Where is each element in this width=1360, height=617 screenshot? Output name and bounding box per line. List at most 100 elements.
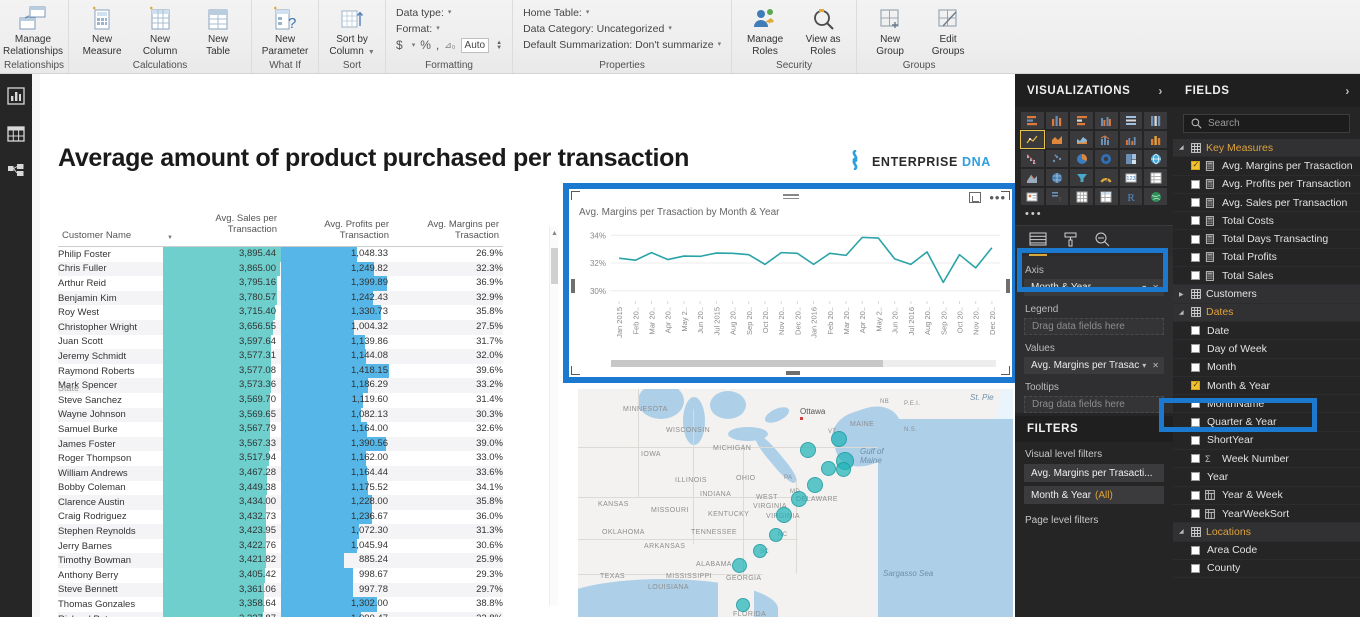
- viz-type-donut-chart[interactable]: [1094, 150, 1118, 167]
- decimal-places-input[interactable]: Auto: [460, 38, 490, 53]
- field-checkbox[interactable]: [1191, 160, 1200, 171]
- field-checkbox[interactable]: [1191, 179, 1200, 189]
- field-month-year[interactable]: Month & Year: [1173, 377, 1360, 396]
- field-month[interactable]: Month: [1173, 359, 1360, 377]
- field-avg-margins-per-trasaction[interactable]: Avg. Margins per Trasaction: [1173, 157, 1360, 176]
- map-bubble[interactable]: [769, 528, 783, 542]
- field-total-days-transacting[interactable]: Total Days Transacting: [1173, 230, 1360, 249]
- edit-groups-button[interactable]: Edit Groups: [919, 2, 977, 57]
- field-checkbox[interactable]: [1191, 380, 1200, 390]
- resize-handle-bottom[interactable]: [786, 371, 801, 375]
- viz-type-filled-map[interactable]: [1021, 169, 1044, 186]
- field-checkbox[interactable]: [1191, 326, 1200, 336]
- fields-table-key-measures[interactable]: ◢ Key Measures: [1173, 139, 1360, 158]
- focus-mode-icon[interactable]: [969, 192, 982, 203]
- manage-roles-button[interactable]: Manage Roles: [736, 2, 794, 57]
- table-row[interactable]: Samuel Burke 3,567.79 1,164.00 32.6%: [58, 422, 503, 437]
- map-bubble[interactable]: [831, 431, 847, 447]
- table-row[interactable]: Clarence Austin 3,434.00 1,228.00 35.8%: [58, 495, 503, 510]
- table-row[interactable]: Jeremy Schmidt 3,577.31 1,144.08 32.0%: [58, 349, 503, 364]
- line-chart-visual[interactable]: ••• Avg. Margins per Trasaction by Month…: [569, 189, 1012, 377]
- new-table-button[interactable]: New Table: [189, 2, 247, 57]
- viz-type-table[interactable]: [1070, 188, 1093, 205]
- more-visuals-icon[interactable]: •••: [1015, 207, 1173, 225]
- viz-type-treemap[interactable]: [1119, 150, 1143, 167]
- table-row[interactable]: Bobby Coleman 3,449.38 1,175.52 34.1%: [58, 480, 503, 496]
- viz-type-funnel[interactable]: [1070, 169, 1093, 186]
- table-row[interactable]: Steve Bennett 3,361.06 997.78 29.7%: [58, 582, 503, 598]
- viz-type-kpi[interactable]: [1021, 188, 1044, 205]
- column-header-avg-profits[interactable]: Avg. Profits per Transaction: [281, 211, 393, 247]
- table-row[interactable]: Benjamin Kim 3,780.57 1,242.43 32.9%: [58, 290, 503, 306]
- table-row[interactable]: Roy West 3,715.40 1,330.73 35.8%: [58, 305, 503, 320]
- new-column-button[interactable]: New Column: [131, 2, 189, 57]
- map-bubble[interactable]: [791, 491, 807, 507]
- chart-horizontal-scrollbar[interactable]: [611, 360, 996, 367]
- viz-type-clustered-bar-chart[interactable]: [1070, 112, 1093, 129]
- fields-table-customers[interactable]: ▶ Customers: [1173, 285, 1360, 304]
- column-header-avg-margins[interactable]: Avg. Margins per Trasaction: [393, 211, 503, 247]
- table-row[interactable]: Stephen Reynolds 3,423.95 1,072.30 31.3%: [58, 524, 503, 539]
- viz-type-line-and-clustered-column-chart[interactable]: [1119, 131, 1143, 148]
- resize-handle-br[interactable]: [1001, 366, 1010, 375]
- resize-handle-bl[interactable]: [571, 366, 580, 375]
- map-bubble[interactable]: [732, 558, 747, 573]
- field-yearweeksort[interactable]: YearWeekSort: [1173, 505, 1360, 524]
- well-field-legend[interactable]: Drag data fields here: [1024, 318, 1164, 335]
- filter-card-month-year[interactable]: Month & Year (All): [1024, 486, 1164, 504]
- viz-type-stacked-area-chart[interactable]: [1070, 131, 1093, 148]
- field-checkbox[interactable]: [1191, 435, 1200, 445]
- field-checkbox[interactable]: [1191, 198, 1200, 208]
- viz-type-scatter-chart[interactable]: [1045, 150, 1069, 167]
- table-row[interactable]: Raymond Roberts 3,577.08 1,418.15 39.6%: [58, 363, 503, 379]
- resize-handle-tr[interactable]: [1001, 191, 1010, 200]
- drag-handle-icon[interactable]: [782, 194, 799, 200]
- viz-type-waterfall-chart[interactable]: [1021, 150, 1044, 167]
- viz-type-stacked-column-chart[interactable]: [1045, 112, 1069, 129]
- chevron-right-icon[interactable]: ›: [1158, 84, 1163, 98]
- viz-type-slicer[interactable]: [1045, 188, 1069, 205]
- field-checkbox[interactable]: [1191, 344, 1200, 354]
- field-checkbox[interactable]: [1191, 454, 1200, 464]
- scroll-up-icon[interactable]: ▲: [551, 230, 558, 237]
- view-as-roles-button[interactable]: View as Roles: [794, 2, 852, 57]
- data-type-dropdown[interactable]: Data type: ▾: [396, 5, 502, 21]
- field-checkbox[interactable]: [1191, 234, 1200, 244]
- map-bubble[interactable]: [776, 507, 792, 523]
- table-row[interactable]: Timothy Bowman 3,421.82 885.24 25.9%: [58, 553, 503, 569]
- viz-type-matrix[interactable]: [1094, 188, 1118, 205]
- currency-button[interactable]: $: [396, 37, 403, 54]
- viz-type-100-stacked-column-chart[interactable]: [1144, 112, 1167, 129]
- viz-type-arcgis-map[interactable]: [1144, 188, 1167, 205]
- resize-handle-tl[interactable]: [571, 191, 580, 200]
- format-dropdown[interactable]: Format: ▾: [396, 21, 502, 37]
- fields-table-locations[interactable]: ◢ Locations: [1173, 523, 1360, 542]
- home-table-dropdown[interactable]: Home Table: ▾: [523, 5, 721, 21]
- viz-type-card[interactable]: 123: [1119, 169, 1143, 186]
- table-visual[interactable]: Customer Name Avg. Sales per Transaction…: [58, 211, 538, 617]
- field-total-sales[interactable]: Total Sales: [1173, 267, 1360, 286]
- column-header-customer-name[interactable]: Customer Name: [58, 211, 163, 247]
- fields-table-dates[interactable]: ◢ Dates: [1173, 303, 1360, 322]
- well-field-tooltips[interactable]: Drag data fields here: [1024, 396, 1164, 413]
- viz-type-line-chart[interactable]: [1020, 130, 1045, 149]
- viz-type-gauge[interactable]: [1094, 169, 1118, 186]
- table-row[interactable]: Wayne Johnson 3,569.65 1,082.13 30.3%: [58, 407, 503, 423]
- map-bubble[interactable]: [800, 442, 816, 458]
- search-input[interactable]: Search: [1183, 114, 1350, 133]
- table-row[interactable]: Thomas Gonzales 3,358.64 1,302.00 38.8%: [58, 597, 503, 612]
- field-checkbox[interactable]: [1191, 271, 1200, 281]
- expand-triangle-icon[interactable]: ◢: [1179, 528, 1186, 535]
- viz-type-100-stacked-bar-chart[interactable]: [1119, 112, 1143, 129]
- resize-handle-right[interactable]: [1006, 279, 1010, 294]
- field-checkbox[interactable]: [1191, 362, 1200, 372]
- expand-triangle-icon[interactable]: ◢: [1179, 144, 1186, 151]
- viz-type-multi-row-card[interactable]: [1144, 169, 1167, 186]
- field-checkbox[interactable]: [1191, 490, 1200, 500]
- field-year[interactable]: Year: [1173, 468, 1360, 487]
- model-view-button[interactable]: [6, 162, 26, 182]
- field-area-code[interactable]: Area Code: [1173, 542, 1360, 560]
- map-visual[interactable]: Ottawa MINNESOTA WISCONSIN IOWA MICHIGAN…: [578, 389, 1013, 617]
- field-checkbox[interactable]: [1191, 563, 1200, 573]
- field-checkbox[interactable]: [1191, 216, 1200, 226]
